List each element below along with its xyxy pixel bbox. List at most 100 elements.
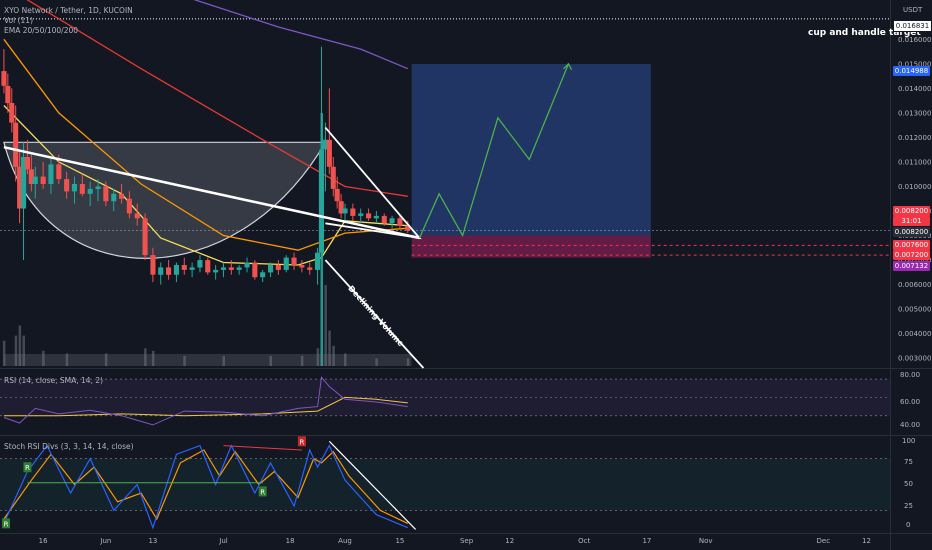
x-tick-label: 12 — [862, 537, 871, 545]
candle-body — [126, 198, 132, 214]
candle-body — [166, 267, 172, 275]
ema-legend: EMA 20/50/100/200 — [4, 26, 79, 35]
candle-body — [291, 257, 297, 265]
rsi-tick-40: 40.00 — [900, 421, 921, 429]
x-tick-label: Dec — [817, 537, 831, 545]
price-label-countdown: 31:01 — [893, 216, 930, 226]
candle-body — [213, 269, 219, 273]
candle-body — [334, 188, 340, 202]
candle-body — [134, 213, 140, 219]
candle-body — [40, 176, 46, 184]
candle-body — [373, 215, 379, 219]
candle-body — [299, 265, 305, 268]
candle-body — [197, 260, 203, 268]
candle-body — [87, 188, 93, 194]
price-tick-label: 0.012000 — [898, 134, 931, 142]
stoch-title: Stoch RSI Divs (3, 3, 14, 14, close) — [4, 442, 134, 451]
stoch-tick-50: 50 — [904, 480, 913, 488]
price-tick-label: 0.013000 — [898, 109, 931, 117]
candle-body — [64, 179, 70, 192]
candle-body — [268, 265, 274, 273]
price-tick-label: 0.003000 — [898, 355, 931, 363]
candle-body — [366, 213, 372, 219]
candle-body — [71, 184, 77, 192]
candle-body — [205, 260, 211, 273]
price-label-entry: 0.008200 — [893, 227, 930, 237]
candle-body — [56, 164, 62, 180]
price-tick-label: 0.010000 — [898, 183, 931, 191]
candle-body — [318, 149, 324, 253]
candle-body — [307, 267, 313, 270]
x-tick-label: Nov — [699, 537, 713, 545]
candle-body — [13, 122, 19, 167]
x-tick-label: 18 — [286, 537, 295, 545]
candle-body — [1, 71, 7, 86]
x-tick-label: 17 — [642, 537, 651, 545]
candle-body — [142, 218, 148, 256]
x-tick-label: 15 — [395, 537, 404, 545]
candle-body — [389, 218, 395, 224]
volume-ma-band — [3, 354, 412, 366]
stoch-tick-0: 0 — [906, 521, 911, 529]
candle-body — [228, 267, 234, 270]
candle-body — [158, 267, 164, 275]
stop-zone — [411, 235, 651, 258]
candle-body — [381, 215, 387, 224]
candle-body — [48, 164, 54, 184]
candle-body — [173, 265, 179, 275]
candle-body — [5, 85, 11, 104]
price-label-support-1: 0.007600 — [893, 240, 930, 250]
candle-body — [397, 218, 403, 226]
candle-body — [330, 166, 336, 189]
candle-body — [358, 213, 364, 216]
price-tick-label: 0.014000 — [898, 85, 931, 93]
candle-body — [189, 267, 195, 270]
x-tick-label: Sep — [460, 537, 474, 545]
price-label-last: 0.008200 — [893, 206, 930, 216]
volume-bar — [324, 285, 327, 366]
divergence-marker-label: R — [25, 464, 30, 472]
symbol-title: XYO Network / Tether, 1D, KUCOIN — [4, 6, 133, 15]
candle-body — [244, 262, 250, 268]
candle-body — [260, 272, 266, 278]
x-tick-label: Oct — [578, 537, 590, 545]
candle-body — [150, 255, 156, 275]
rsi-tick-80: 80.00 — [900, 371, 921, 379]
candle-body — [111, 193, 117, 202]
candle-body — [275, 265, 281, 270]
x-tick-label: Jun — [99, 537, 111, 545]
x-tick-label: Jul — [218, 537, 228, 545]
rsi-title: RSI (14, close, SMA, 14, 2) — [4, 376, 104, 385]
rsi-tick-60: 60.00 — [900, 398, 921, 406]
x-tick-label: Aug — [338, 537, 352, 545]
price-tick-label: 0.004000 — [898, 330, 931, 338]
candle-body — [315, 252, 321, 270]
candle-body — [181, 265, 187, 270]
candle-body — [326, 139, 332, 167]
price-label-take-profit: 0.014988 — [893, 66, 930, 76]
price-label-stop: 0.007132 — [893, 261, 930, 271]
price-tick-label: 0.005000 — [898, 306, 931, 314]
price-tick-label: 0.006000 — [898, 281, 931, 289]
stoch-tick-75: 75 — [904, 458, 913, 466]
x-tick-label: 12 — [505, 537, 514, 545]
currency-label: USDT — [903, 6, 923, 14]
candle-body — [24, 157, 30, 170]
trading-chart[interactable]: 0.0030000.0040000.0050000.0060000.007000… — [0, 0, 932, 550]
candle-body — [350, 208, 356, 216]
candle-body — [95, 186, 101, 189]
candle-body — [9, 103, 15, 123]
candle-body — [283, 257, 289, 270]
stoch-tick-25: 25 — [904, 502, 913, 510]
x-tick-label: 13 — [148, 537, 157, 545]
price-tick-label: 0.011000 — [898, 158, 931, 166]
candle-body — [119, 193, 125, 199]
price-label-cup-target: 0.016831 — [893, 20, 932, 32]
divergence-marker-label: R — [4, 520, 9, 528]
x-tick-label: 16 — [39, 537, 48, 545]
candle-body — [342, 208, 348, 214]
candle-body — [79, 184, 85, 194]
candle-body — [32, 176, 38, 184]
price-label-support-2: 0.007200 — [893, 250, 930, 260]
stoch-tick-100: 100 — [902, 437, 916, 445]
